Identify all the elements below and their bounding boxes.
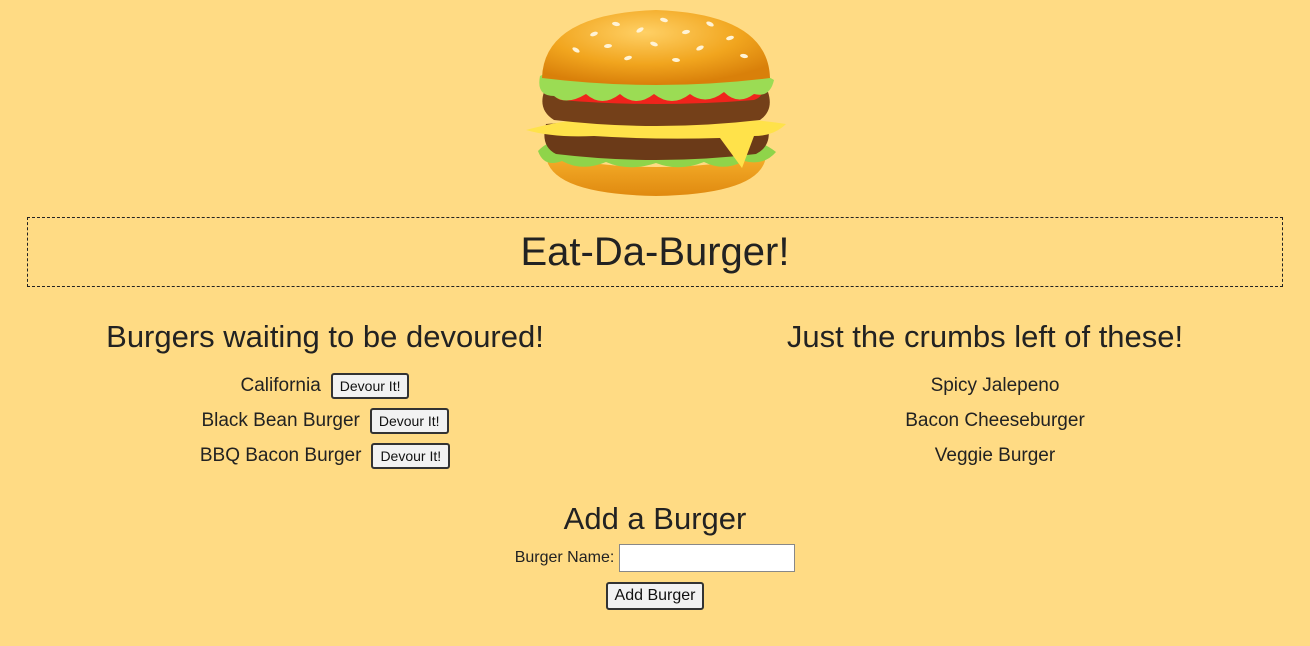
list-item: Veggie Burger xyxy=(660,438,1310,473)
devoured-column: Just the crumbs left of these! Spicy Jal… xyxy=(660,316,1310,473)
burger-name: California xyxy=(240,374,321,396)
title-banner: Eat-Da-Burger! xyxy=(27,217,1283,287)
burger-name: BBQ Bacon Burger xyxy=(199,444,362,466)
devour-button[interactable]: Devour It! xyxy=(369,407,449,434)
page-title: Eat-Da-Burger! xyxy=(520,229,790,274)
devour-button[interactable]: Devour It! xyxy=(330,372,410,399)
list-item: Spicy Jalepeno xyxy=(660,368,1310,403)
devoured-heading: Just the crumbs left of these! xyxy=(786,319,1184,354)
burger-name: Bacon Cheeseburger xyxy=(905,409,1085,431)
list-item: Bacon Cheeseburger xyxy=(660,403,1310,438)
add-burger-form: Add a Burger Burger Name: Add Burger xyxy=(0,498,1310,610)
add-burger-heading: Add a Burger xyxy=(563,501,747,536)
page: Eat-Da-Burger! Burgers waiting to be dev… xyxy=(0,0,1310,646)
burger-logo-icon xyxy=(526,10,786,196)
submit-row: Add Burger xyxy=(0,582,1310,610)
list-item: Black Bean Burger Devour It! xyxy=(0,403,650,438)
add-burger-button[interactable]: Add Burger xyxy=(605,582,705,610)
list-item: BBQ Bacon Burger Devour It! xyxy=(0,438,650,473)
waiting-heading: Burgers waiting to be devoured! xyxy=(106,319,544,354)
waiting-column: Burgers waiting to be devoured! Californ… xyxy=(0,316,650,473)
burger-name-row: Burger Name: xyxy=(0,544,1310,572)
burger-name-label: Burger Name: xyxy=(514,549,615,566)
burger-name: Spicy Jalepeno xyxy=(930,374,1060,396)
list-item: California Devour It! xyxy=(0,368,650,403)
devour-button[interactable]: Devour It! xyxy=(371,442,451,469)
devoured-list: Spicy Jalepeno Bacon Cheeseburger Veggie… xyxy=(660,368,1310,473)
burger-name: Black Bean Burger xyxy=(201,409,360,431)
waiting-list: California Devour It! Black Bean Burger … xyxy=(0,368,650,473)
burger-name: Veggie Burger xyxy=(934,444,1056,466)
burger-name-input[interactable] xyxy=(619,544,796,572)
